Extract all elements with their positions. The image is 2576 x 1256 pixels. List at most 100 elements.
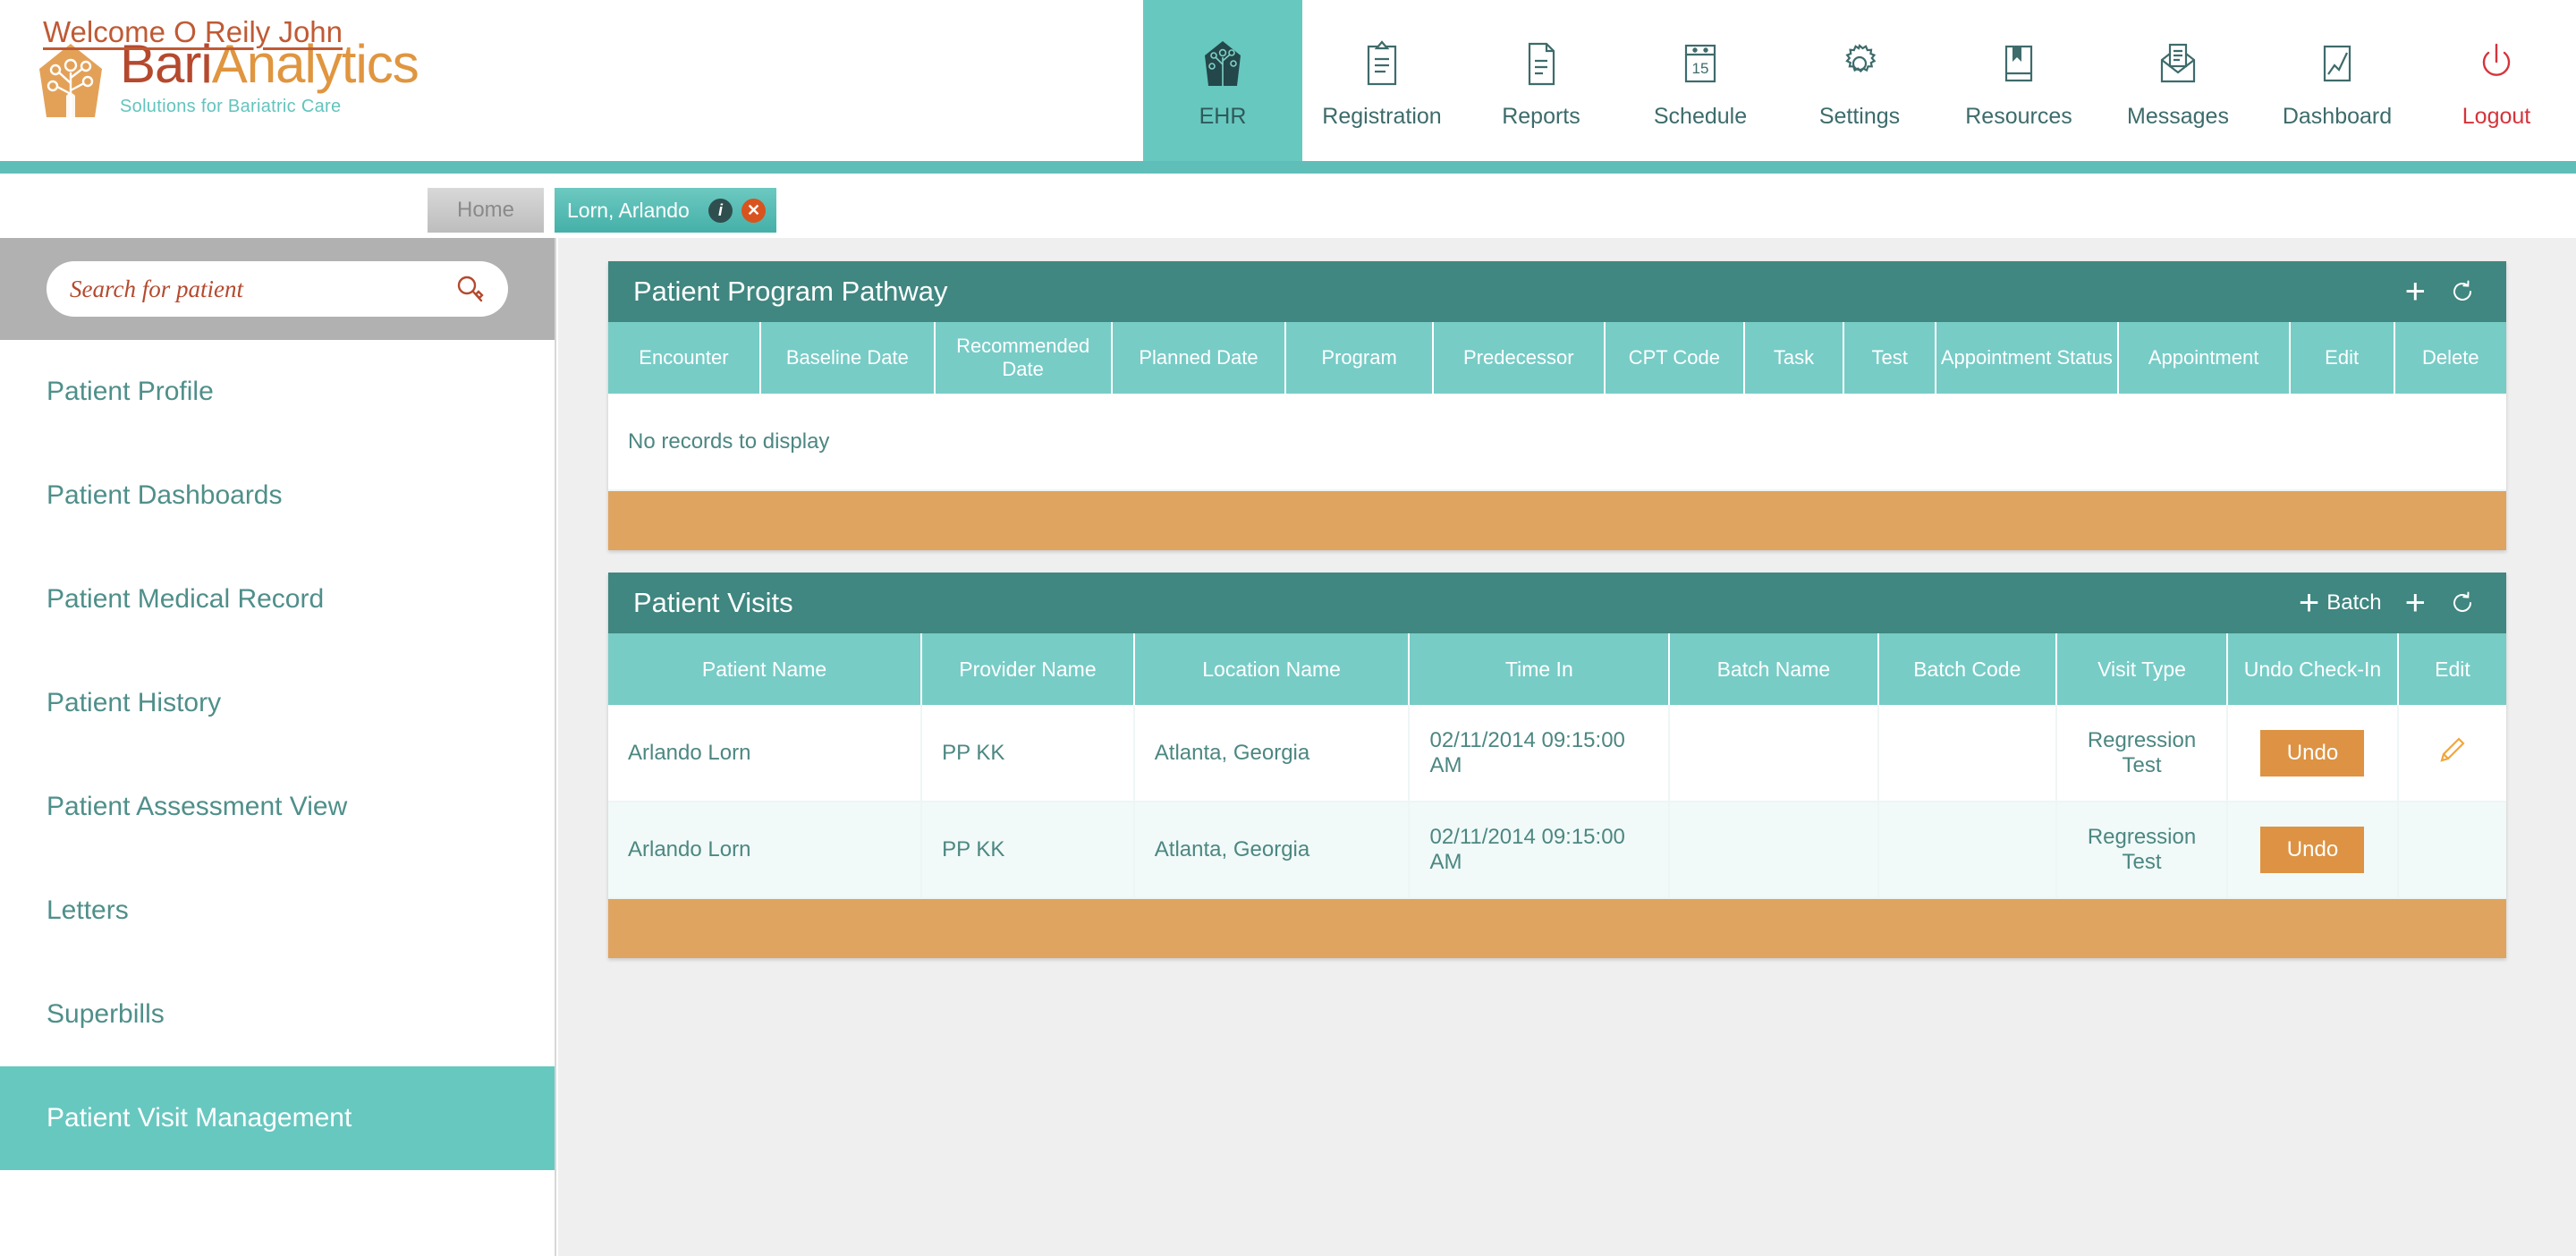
- sidebar-item-patient-profile[interactable]: Patient Profile: [0, 340, 555, 444]
- sidebar-item-superbills[interactable]: Superbills: [0, 963, 555, 1066]
- gear-icon: [1837, 34, 1882, 93]
- visits-panel-header: Patient Visits + Batch +: [608, 573, 2506, 633]
- nav-item-registration[interactable]: Registration: [1302, 0, 1462, 161]
- tab-patient-lorn-arlando[interactable]: Lorn, Arlando i ✕: [555, 188, 776, 233]
- nav-item-ehr[interactable]: EHR: [1143, 0, 1302, 161]
- nav-label-logout: Logout: [2462, 104, 2531, 129]
- cell-patient-name: Arlando Lorn: [608, 802, 923, 899]
- undo-button[interactable]: Undo: [2260, 729, 2365, 777]
- nav-item-reports[interactable]: Reports: [1462, 0, 1621, 161]
- pathway-col-recommended-date[interactable]: Recommended Date: [934, 322, 1113, 394]
- pathway-empty-row: No records to display: [608, 394, 2506, 491]
- pathway-col-program[interactable]: Program: [1285, 322, 1434, 394]
- visits-table-body: Arlando Lorn PP KK Atlanta, Georgia 02/1…: [608, 705, 2506, 899]
- leaf-tree-icon: [1202, 34, 1243, 93]
- sidebar: Patient Profile Patient Dashboards Patie…: [0, 238, 556, 1256]
- sidebar-item-patient-dashboards[interactable]: Patient Dashboards: [0, 444, 555, 547]
- sidebar-item-letters[interactable]: Letters: [0, 859, 555, 963]
- nav-item-logout[interactable]: Logout: [2417, 0, 2576, 161]
- chart-line-icon: [2318, 34, 2357, 93]
- cell-edit: [2397, 802, 2506, 899]
- cell-undo-check-in: Undo: [2227, 802, 2399, 899]
- pathway-col-baseline-date[interactable]: Baseline Date: [759, 322, 936, 394]
- book-icon: [1998, 34, 2039, 93]
- tab-home[interactable]: Home: [428, 188, 544, 233]
- pathway-col-predecessor[interactable]: Predecessor: [1432, 322, 1606, 394]
- cell-visit-type: Regression Test: [2056, 705, 2228, 802]
- cell-edit: [2397, 705, 2506, 802]
- pathway-col-appointment-status[interactable]: Appointment Status: [1936, 322, 2119, 394]
- nav-item-messages[interactable]: Messages: [2098, 0, 2258, 161]
- pathway-col-planned-date[interactable]: Planned Date: [1111, 322, 1287, 394]
- pathway-col-task[interactable]: Task: [1743, 322, 1845, 394]
- nav-item-resources[interactable]: Resources: [1939, 0, 2098, 161]
- nav-item-schedule[interactable]: 15 Schedule: [1621, 0, 1780, 161]
- sidebar-item-patient-medical-record[interactable]: Patient Medical Record: [0, 547, 555, 651]
- visits-col-location-name[interactable]: Location Name: [1133, 633, 1411, 705]
- cell-location-name: Atlanta, Georgia: [1133, 705, 1411, 802]
- sidebar-item-patient-assessment-view[interactable]: Patient Assessment View: [0, 755, 555, 859]
- visits-col-provider-name[interactable]: Provider Name: [921, 633, 1135, 705]
- visits-col-time-in[interactable]: Time In: [1409, 633, 1671, 705]
- pathway-table: Encounter Baseline Date Recommended Date…: [608, 322, 2506, 491]
- pathway-table-body: No records to display: [608, 394, 2506, 491]
- pathway-col-test[interactable]: Test: [1843, 322, 1937, 394]
- sidebar-item-patient-history[interactable]: Patient History: [0, 651, 555, 755]
- nav-label-messages: Messages: [2127, 104, 2229, 129]
- visits-col-batch-code[interactable]: Batch Code: [1877, 633, 2058, 705]
- visits-refresh-button[interactable]: [2449, 590, 2476, 616]
- patient-visits-panel: Patient Visits + Batch + Patient Name Pr…: [608, 573, 2506, 958]
- cell-batch-name: [1669, 802, 1879, 899]
- sidebar-item-patient-visit-management[interactable]: Patient Visit Management: [0, 1066, 555, 1170]
- pathway-col-encounter[interactable]: Encounter: [608, 322, 761, 394]
- envelope-icon: [2156, 34, 2200, 93]
- visits-col-undo-check-in[interactable]: Undo Check-In: [2227, 633, 2399, 705]
- power-icon: [2477, 34, 2516, 93]
- search-box[interactable]: [47, 261, 508, 317]
- visits-add-button[interactable]: +: [2404, 583, 2426, 623]
- cell-batch-name: [1669, 705, 1879, 802]
- visits-header-row: Patient Name Provider Name Location Name…: [608, 633, 2506, 705]
- plus-icon: +: [2404, 272, 2426, 311]
- visits-table-head: Patient Name Provider Name Location Name…: [608, 633, 2506, 705]
- nav-label-ehr: EHR: [1199, 104, 1247, 129]
- visits-col-batch-name[interactable]: Batch Name: [1669, 633, 1879, 705]
- sidebar-menu: Patient Profile Patient Dashboards Patie…: [0, 340, 555, 1170]
- search-input[interactable]: [70, 275, 454, 303]
- visits-panel-actions: + Batch +: [2299, 583, 2476, 623]
- sidebar-item-label: Patient Profile: [47, 377, 214, 406]
- pathway-col-cpt-code[interactable]: CPT Code: [1604, 322, 1745, 394]
- visits-panel-title: Patient Visits: [633, 587, 793, 618]
- close-icon[interactable]: ✕: [741, 198, 766, 223]
- pathway-add-button[interactable]: +: [2404, 272, 2426, 311]
- tree-logo-icon: [39, 44, 102, 117]
- sidebar-item-label: Patient Medical Record: [47, 584, 325, 614]
- pathway-refresh-button[interactable]: [2449, 278, 2476, 305]
- table-row[interactable]: Arlando Lorn PP KK Atlanta, Georgia 02/1…: [608, 802, 2506, 899]
- document-icon: [1522, 34, 1560, 93]
- table-row[interactable]: Arlando Lorn PP KK Atlanta, Georgia 02/1…: [608, 705, 2506, 802]
- visits-table: Patient Name Provider Name Location Name…: [608, 633, 2506, 899]
- pathway-col-delete[interactable]: Delete: [2394, 322, 2506, 394]
- patient-program-pathway-panel: Patient Program Pathway + Encounter Base…: [608, 261, 2506, 550]
- visits-col-patient-name[interactable]: Patient Name: [608, 633, 923, 705]
- cell-time-in: 02/11/2014 09:15:00 AM: [1409, 705, 1671, 802]
- sidebar-item-label: Patient Visit Management: [47, 1103, 352, 1133]
- search-icon[interactable]: [454, 274, 485, 304]
- pathway-col-edit[interactable]: Edit: [2289, 322, 2395, 394]
- nav-item-dashboard[interactable]: Dashboard: [2258, 0, 2417, 161]
- nav-item-settings[interactable]: Settings: [1780, 0, 1939, 161]
- header-divider: [0, 161, 2576, 174]
- visits-col-visit-type[interactable]: Visit Type: [2056, 633, 2228, 705]
- info-icon[interactable]: i: [708, 198, 733, 223]
- cell-time-in: 02/11/2014 09:15:00 AM: [1409, 802, 1671, 899]
- plus-icon: +: [2404, 583, 2426, 623]
- welcome-user-link[interactable]: Welcome O Reily John: [43, 15, 343, 49]
- pathway-col-appointment[interactable]: Appointment: [2117, 322, 2291, 394]
- visits-add-batch-button[interactable]: + Batch: [2299, 585, 2382, 621]
- undo-button[interactable]: Undo: [2260, 827, 2365, 873]
- visits-col-edit[interactable]: Edit: [2397, 633, 2506, 705]
- refresh-icon: [2453, 280, 2471, 301]
- sidebar-item-label: Patient Assessment View: [47, 792, 348, 821]
- edit-pencil-icon[interactable]: [2437, 734, 2468, 765]
